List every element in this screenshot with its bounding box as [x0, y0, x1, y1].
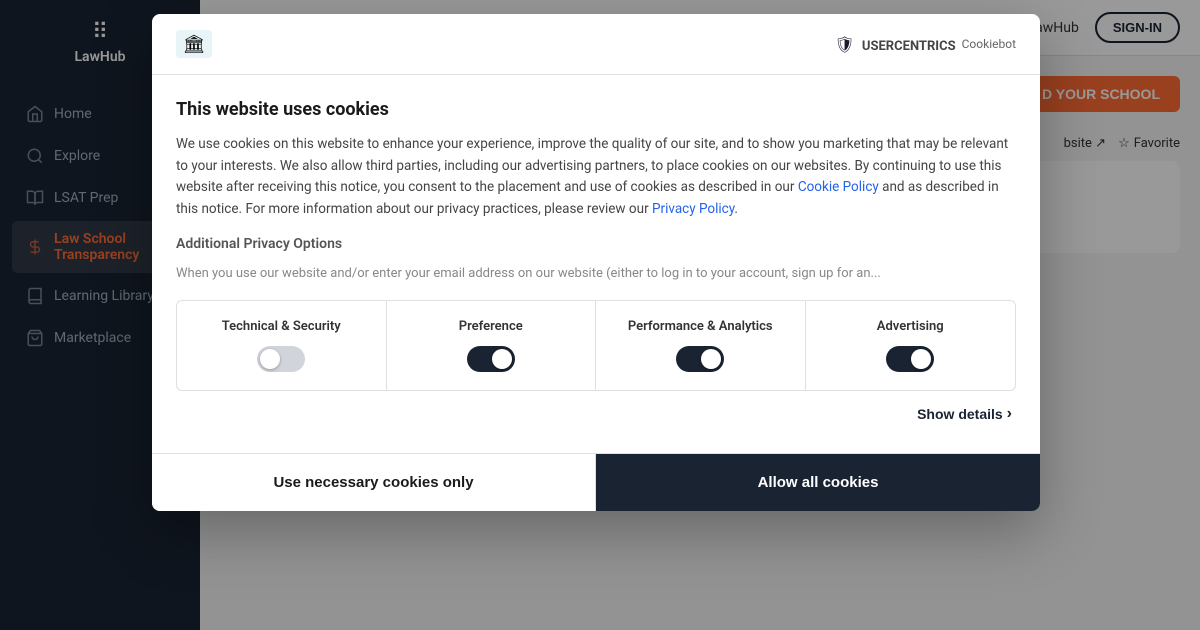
chevron-right-icon: › — [1007, 405, 1012, 423]
usercentrics-brand: 🛡 USERCENTRICS Cookiebot — [834, 35, 1016, 54]
toggle-advertising-knob — [911, 349, 931, 369]
toggle-preference-switch[interactable] — [467, 346, 515, 372]
cookie-policy-link[interactable]: Cookie Policy — [798, 179, 879, 195]
toggle-section-advertising: Advertising — [806, 301, 1016, 390]
show-details-label: Show details — [917, 406, 1003, 422]
cookiebot-label: Cookiebot — [962, 37, 1016, 51]
show-details-button[interactable]: Show details › — [917, 405, 1012, 423]
shield-icon: 🛡 — [834, 35, 854, 54]
building-icon: 🏛 — [183, 34, 206, 55]
privacy-policy-link[interactable]: Privacy Policy — [652, 201, 734, 217]
toggle-performance-switch[interactable] — [676, 346, 724, 372]
toggle-performance-label: Performance & Analytics — [628, 319, 773, 334]
allow-all-cookies-button[interactable]: Allow all cookies — [596, 454, 1040, 511]
toggles-grid: Technical & Security Preference Performa… — [176, 300, 1016, 391]
toggle-section-preference: Preference — [387, 301, 597, 390]
cookie-modal: 🏛 🛡 USERCENTRICS Cookiebot This website … — [152, 14, 1040, 511]
modal-header: 🏛 🛡 USERCENTRICS Cookiebot — [152, 14, 1040, 75]
toggle-technical-label: Technical & Security — [222, 319, 341, 334]
usercentrics-label: USERCENTRICS — [862, 39, 956, 54]
toggle-technical-knob — [260, 349, 280, 369]
modal-actions: Use necessary cookies only Allow all coo… — [152, 453, 1040, 511]
toggle-section-technical: Technical & Security — [177, 301, 387, 390]
usercentrics-logo: 🛡 USERCENTRICS — [834, 35, 955, 54]
modal-description: We use cookies on this website to enhanc… — [176, 134, 1016, 220]
additional-privacy-title: Additional Privacy Options — [176, 236, 1016, 252]
toggle-section-performance: Performance & Analytics — [596, 301, 806, 390]
toggle-technical-switch[interactable] — [257, 346, 305, 372]
modal-logo: 🏛 — [176, 30, 212, 58]
show-details-row: Show details › — [176, 391, 1016, 437]
modal-body: This website uses cookies We use cookies… — [152, 75, 1040, 453]
privacy-notice: When you use our website and/or enter yo… — [176, 264, 1016, 284]
toggle-preference-label: Preference — [459, 319, 523, 334]
toggle-advertising-switch[interactable] — [886, 346, 934, 372]
modal-logo-icon: 🏛 — [176, 30, 212, 58]
necessary-cookies-button[interactable]: Use necessary cookies only — [152, 454, 596, 511]
modal-title: This website uses cookies — [176, 99, 1016, 120]
toggle-preference-knob — [492, 349, 512, 369]
toggle-advertising-label: Advertising — [877, 319, 944, 334]
toggle-performance-knob — [701, 349, 721, 369]
